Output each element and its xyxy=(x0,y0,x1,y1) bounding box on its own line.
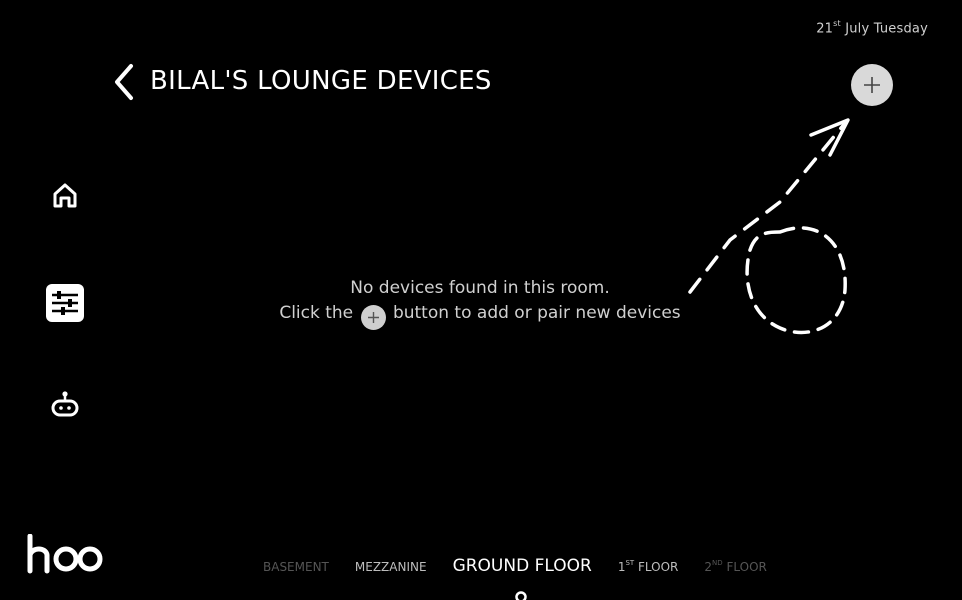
date-label: 21st July Tuesday xyxy=(816,19,928,37)
floor-second[interactable]: 2ND FLOOR xyxy=(704,559,766,574)
plus-icon xyxy=(864,77,880,93)
floor-basement[interactable]: BASEMENT xyxy=(263,560,329,574)
floor-mezzanine[interactable]: MEZZANINE xyxy=(355,560,427,574)
robot-icon xyxy=(51,391,79,417)
page-title: BILAL'S LOUNGE DEVICES xyxy=(150,66,492,96)
chevron-left-icon xyxy=(115,64,133,100)
back-button[interactable] xyxy=(108,62,140,102)
location-pin-icon xyxy=(515,591,527,600)
brand-logo xyxy=(26,533,106,578)
sliders-icon xyxy=(46,284,84,322)
add-device-button[interactable] xyxy=(851,64,893,106)
inline-plus-icon xyxy=(360,305,386,330)
empty-state-line1: No devices found in this room. xyxy=(350,278,610,298)
floor-first[interactable]: 1ST FLOOR xyxy=(618,559,679,574)
floor-ground[interactable]: GROUND FLOOR xyxy=(453,556,592,576)
empty-state-line2: Click the button to add or pair new devi… xyxy=(250,301,710,330)
nav-home[interactable] xyxy=(40,170,90,220)
nav-automation[interactable] xyxy=(40,380,90,430)
nav-controls[interactable] xyxy=(40,278,90,328)
empty-state-message: No devices found in this room. Click the… xyxy=(250,276,710,330)
home-icon xyxy=(53,183,77,208)
floor-selector: BASEMENT MEZZANINE GROUND FLOOR 1ST FLOO… xyxy=(263,556,767,576)
